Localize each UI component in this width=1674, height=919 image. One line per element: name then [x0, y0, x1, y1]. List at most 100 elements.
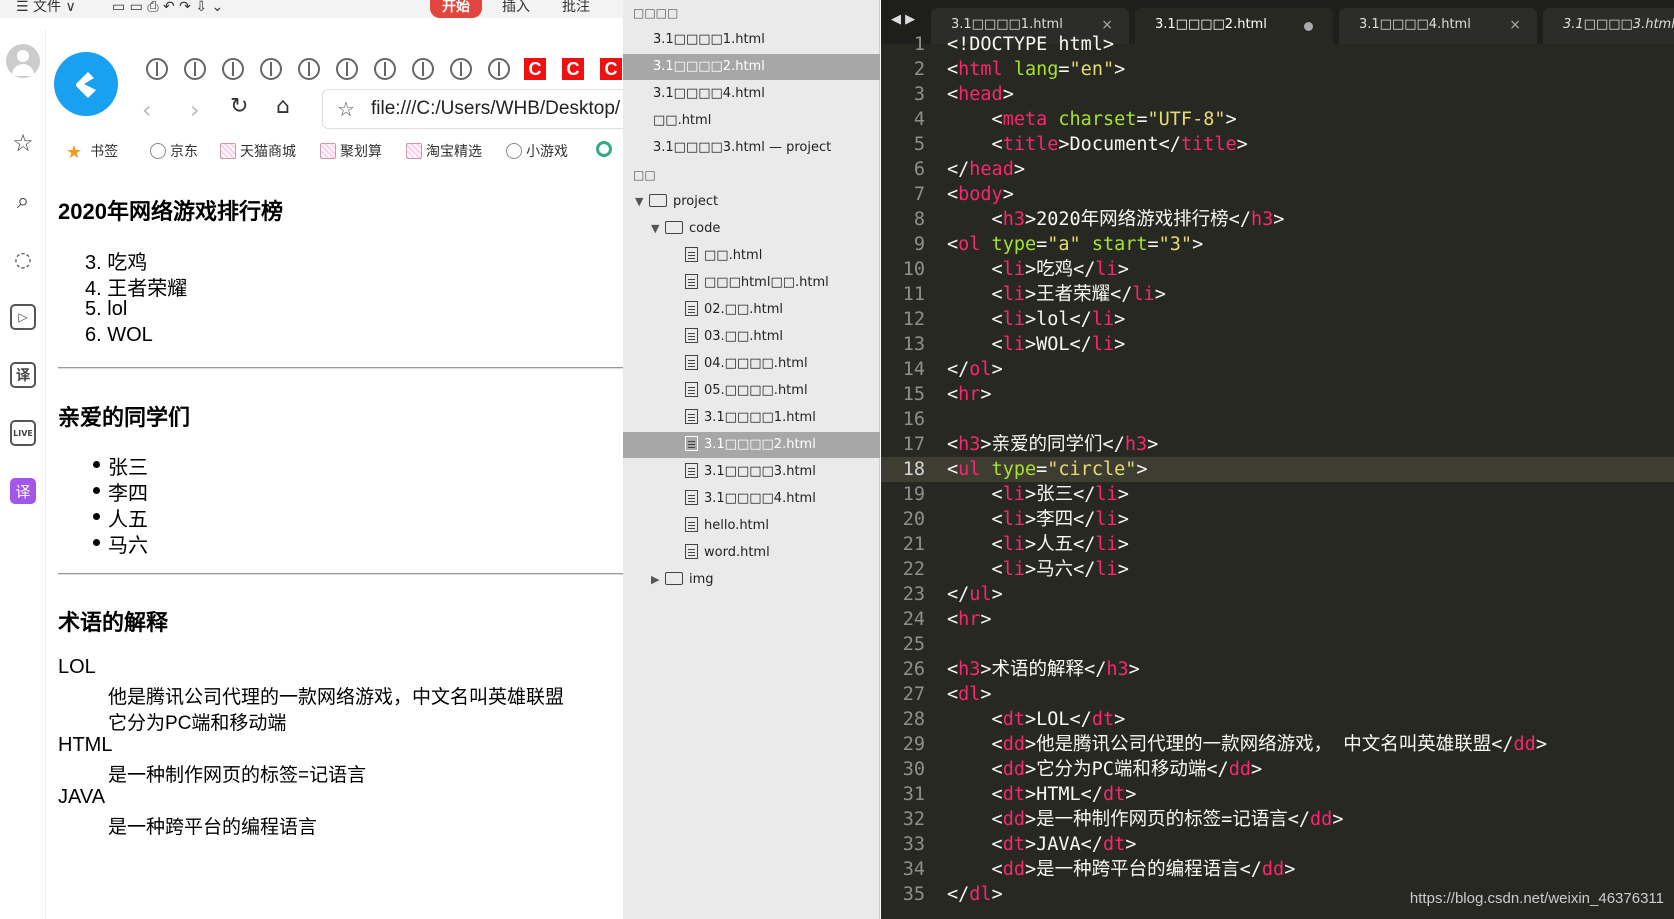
- open-file-item[interactable]: 3.1□□□□4.html: [623, 81, 880, 107]
- code-text[interactable]: </ol>: [947, 357, 1003, 382]
- code-text[interactable]: <dt>HTML</dt>: [947, 782, 1137, 807]
- code-line[interactable]: 24 <hr>: [881, 607, 1674, 632]
- tab-c-icon[interactable]: C: [524, 58, 546, 80]
- code-line[interactable]: 7 <body>: [881, 182, 1674, 207]
- code-text[interactable]: <li>人五</li>: [947, 532, 1129, 557]
- tab-globe-icon[interactable]: [450, 58, 472, 80]
- code-line[interactable]: 27 <dl>: [881, 682, 1674, 707]
- tab-globe-icon[interactable]: [374, 58, 396, 80]
- code-line[interactable]: 30 <dd>它分为PC端和移动端</dd>: [881, 757, 1674, 782]
- file-item[interactable]: 03.□□.html: [623, 324, 880, 350]
- code-text[interactable]: <dl>: [947, 682, 992, 707]
- code-line[interactable]: 10 <li>吃鸡</li>: [881, 257, 1674, 282]
- code-line[interactable]: 33 <dt>JAVA</dt>: [881, 832, 1674, 857]
- wps-insert-tab[interactable]: 插入: [502, 0, 530, 14]
- code-line[interactable]: 31 <dt>HTML</dt>: [881, 782, 1674, 807]
- code-text[interactable]: <hr>: [947, 607, 992, 632]
- code-line[interactable]: 8 <h3>2020年网络游戏排行榜</h3>: [881, 207, 1674, 232]
- code-text[interactable]: <li>WOL</li>: [947, 332, 1126, 357]
- tab-globe-icon[interactable]: [412, 58, 434, 80]
- code-text[interactable]: <html lang="en">: [947, 57, 1125, 82]
- tab-globe-icon[interactable]: [222, 58, 244, 80]
- open-file-item[interactable]: 3.1□□□□1.html: [623, 27, 880, 53]
- code-text[interactable]: <head>: [947, 82, 1014, 107]
- code-line[interactable]: 2 <html lang="en">: [881, 57, 1674, 82]
- tab-globe-icon[interactable]: [146, 58, 168, 80]
- code-text[interactable]: <dd>它分为PC端和移动端</dd>: [947, 757, 1263, 782]
- bookmark-item[interactable]: 淘宝精选: [406, 141, 482, 161]
- folder-img[interactable]: ▶ img: [623, 567, 880, 593]
- tab-globe-icon[interactable]: [336, 58, 358, 80]
- home-icon[interactable]: ⌂: [276, 94, 290, 119]
- tab-nav-arrows-icon[interactable]: ◀ ▶: [891, 12, 915, 27]
- code-line[interactable]: 17 <h3>亲爱的同学们</h3>: [881, 432, 1674, 457]
- bookmark-item[interactable]: 小游戏: [506, 141, 568, 161]
- code-line[interactable]: 11 <li>王者荣耀</li>: [881, 282, 1674, 307]
- code-text[interactable]: <dt>LOL</dt>: [947, 707, 1126, 732]
- code-text[interactable]: </head>: [947, 157, 1025, 182]
- folder-code[interactable]: ▼ code: [623, 216, 880, 242]
- code-text[interactable]: <!DOCTYPE html>: [947, 32, 1114, 57]
- code-text[interactable]: <meta charset="UTF-8">: [947, 107, 1237, 132]
- tab-globe-icon[interactable]: [488, 58, 510, 80]
- avatar-icon[interactable]: [6, 44, 40, 78]
- tab-c-icon[interactable]: C: [600, 58, 622, 80]
- address-bar[interactable]: ☆ file:///C:/Users/WHB/Desktop/: [322, 89, 623, 129]
- code-text[interactable]: <h3>术语的解释</h3>: [947, 657, 1140, 682]
- bookmark-star-icon[interactable]: ☆: [337, 97, 355, 121]
- code-text[interactable]: <li>lol</li>: [947, 307, 1126, 332]
- translate-icon[interactable]: 译: [10, 362, 36, 388]
- code-line[interactable]: 13 <li>WOL</li>: [881, 332, 1674, 357]
- code-text[interactable]: <h3>亲爱的同学们</h3>: [947, 432, 1158, 457]
- code-line[interactable]: 21 <li>人五</li>: [881, 532, 1674, 557]
- code-line[interactable]: 29 <dd>他是腾讯公司代理的一款网络游戏， 中文名叫英雄联盟</dd>: [881, 732, 1674, 757]
- code-text[interactable]: <li>李四</li>: [947, 507, 1129, 532]
- file-item[interactable]: 04.□□□□.html: [623, 351, 880, 377]
- open-file-item[interactable]: □□.html: [623, 108, 880, 134]
- code-line[interactable]: 18 <ul type="circle">: [881, 457, 1674, 482]
- bookmark-item[interactable]: 天猫商城: [220, 141, 296, 161]
- file-item[interactable]: hello.html: [623, 513, 880, 539]
- tab-globe-icon[interactable]: [298, 58, 320, 80]
- code-text[interactable]: <li>吃鸡</li>: [947, 257, 1129, 282]
- code-text[interactable]: <body>: [947, 182, 1014, 207]
- code-line[interactable]: 22 <li>马六</li>: [881, 557, 1674, 582]
- code-text[interactable]: <li>王者荣耀</li>: [947, 282, 1166, 307]
- code-line[interactable]: 9 <ol type="a" start="3">: [881, 232, 1674, 257]
- code-text[interactable]: <dd>他是腾讯公司代理的一款网络游戏， 中文名叫英雄联盟</dd>: [947, 732, 1547, 757]
- code-text[interactable]: <ul type="circle">: [947, 457, 1148, 482]
- code-line[interactable]: 34 <dd>是一种跨平台的编程语言</dd>: [881, 857, 1674, 882]
- wps-comment-tab[interactable]: 批注: [562, 0, 590, 14]
- file-item[interactable]: 05.□□□□.html: [623, 378, 880, 404]
- code-line[interactable]: 5 <title>Document</title>: [881, 132, 1674, 157]
- code-line[interactable]: 25: [881, 632, 1674, 657]
- code-text[interactable]: <title>Document</title>: [947, 132, 1248, 157]
- search-icon[interactable]: ⌕: [10, 188, 36, 214]
- code-text[interactable]: <ol type="a" start="3">: [947, 232, 1203, 257]
- open-file-item[interactable]: 3.1□□□□3.html — project: [623, 135, 880, 161]
- code-text[interactable]: <li>马六</li>: [947, 557, 1129, 582]
- code-text[interactable]: <h3>2020年网络游戏排行榜</h3>: [947, 207, 1285, 232]
- code-line[interactable]: 6 </head>: [881, 157, 1674, 182]
- tab-globe-icon[interactable]: [184, 58, 206, 80]
- code-line[interactable]: 23 </ul>: [881, 582, 1674, 607]
- file-item[interactable]: 02.□□.html: [623, 297, 880, 323]
- bookmark-item[interactable]: ★ 书签: [66, 141, 118, 163]
- chat-icon[interactable]: ◌: [10, 246, 36, 272]
- code-line[interactable]: 4 <meta charset="UTF-8">: [881, 107, 1674, 132]
- reload-icon[interactable]: ↻: [230, 94, 248, 119]
- code-line[interactable]: 3 <head>: [881, 82, 1674, 107]
- code-line[interactable]: 20 <li>李四</li>: [881, 507, 1674, 532]
- translate-purple-icon[interactable]: 译: [10, 478, 36, 504]
- bookmark-item[interactable]: 聚划算: [320, 141, 382, 161]
- code-text[interactable]: <dt>JAVA</dt>: [947, 832, 1137, 857]
- code-text[interactable]: <li>张三</li>: [947, 482, 1129, 507]
- bookmark-item[interactable]: 京东: [150, 141, 198, 161]
- tab-globe-icon[interactable]: [260, 58, 282, 80]
- tab-c-icon[interactable]: C: [562, 58, 584, 80]
- address-text[interactable]: file:///C:/Users/WHB/Desktop/: [371, 98, 620, 120]
- bookmark-item[interactable]: [596, 141, 616, 158]
- code-line[interactable]: 32 <dd>是一种制作网页的标签=记语言</dd>: [881, 807, 1674, 832]
- code-text[interactable]: </ul>: [947, 582, 1003, 607]
- code-text[interactable]: <hr>: [947, 382, 992, 407]
